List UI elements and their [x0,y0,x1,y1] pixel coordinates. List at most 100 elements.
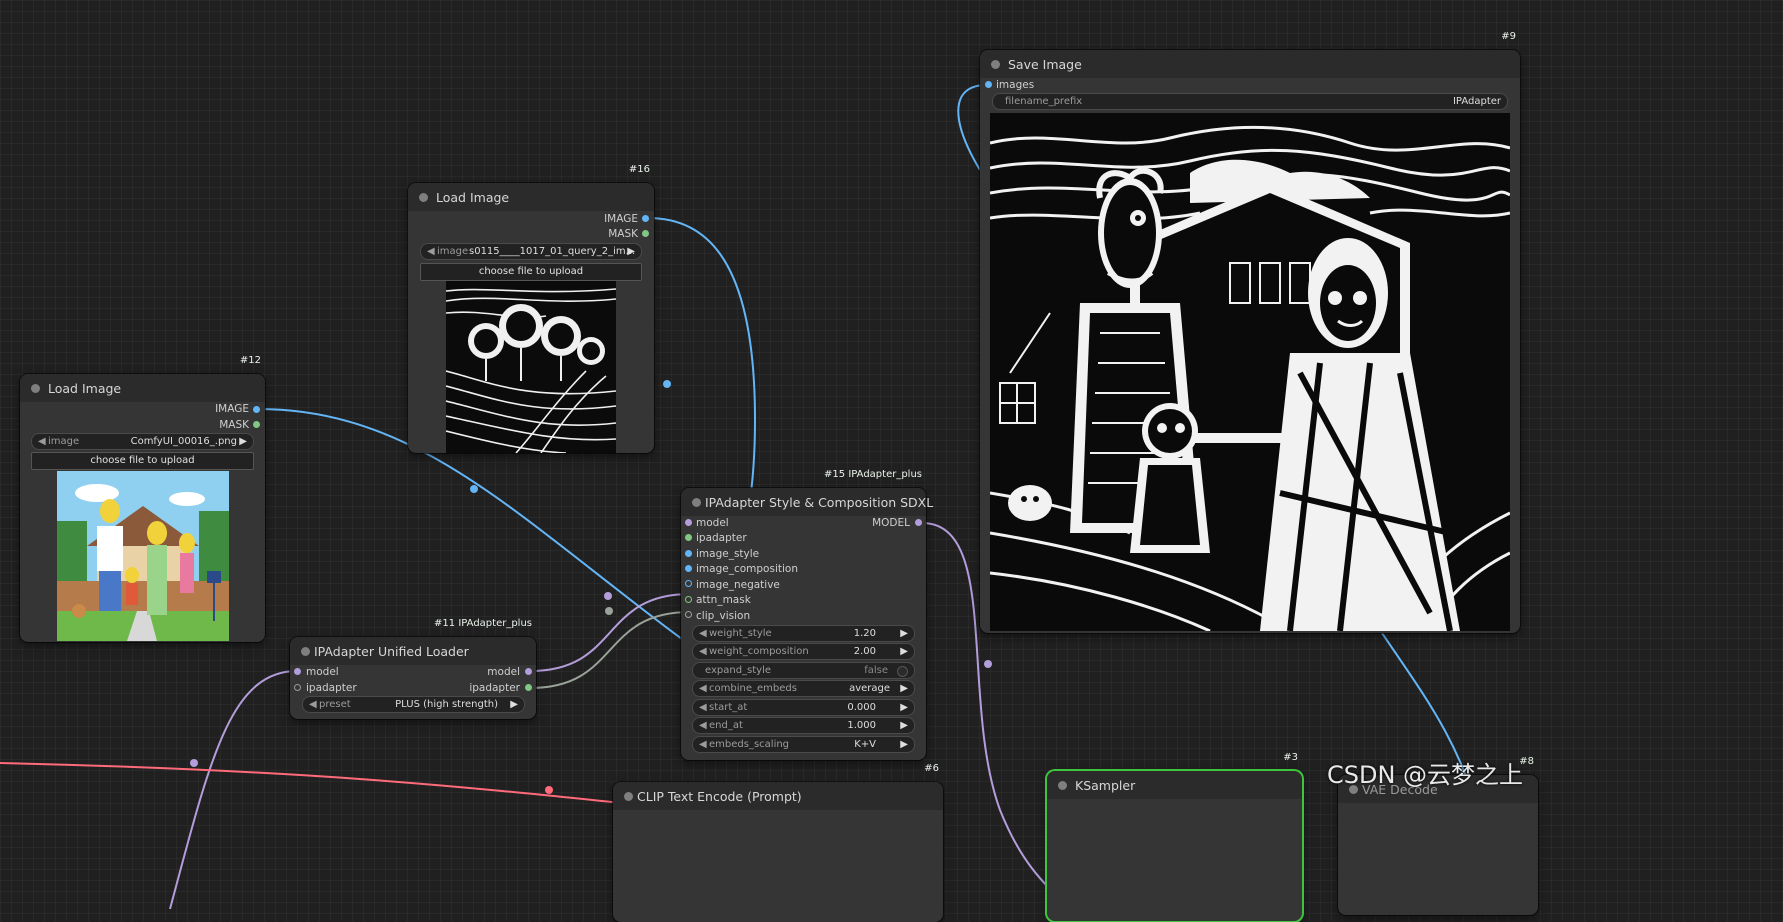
image-output-socket[interactable] [253,406,260,413]
load-image-node-12[interactable]: #12 Load Image IMAGE MASK ◀ image ComfyU… [20,355,265,642]
arrow-right-icon[interactable]: ▶ [900,681,908,696]
weight-style-field[interactable]: ◀ weight_style 1.20 ▶ [692,625,915,642]
start-at-field[interactable]: ◀ start_at 0.000 ▶ [692,699,915,716]
combine-embeds-label: combine_embeds [709,683,797,694]
ipadapter-input-socket[interactable] [685,534,692,541]
link-ipadapter-loader-to-style [529,611,691,689]
image-selector[interactable]: ◀ image ComfyUI_00016_.png ▶ [31,433,254,450]
image-preview [446,281,616,453]
arrow-left-icon[interactable]: ◀ [38,434,46,449]
node-title: Load Image [48,381,122,396]
model-input-socket[interactable] [685,519,692,526]
arrow-left-icon[interactable]: ◀ [699,644,707,659]
node-header[interactable]: Load Image [408,183,654,211]
combine-embeds-selector[interactable]: ◀ combine_embeds average ▶ [692,680,915,697]
link-model-in-loader [169,670,298,909]
collapse-dot[interactable] [991,60,1000,69]
link-midpoint [470,485,478,493]
arrow-left-icon[interactable]: ◀ [699,737,707,752]
collapse-dot[interactable] [692,498,701,507]
link-midpoint [604,592,612,600]
arrow-left-icon[interactable]: ◀ [699,700,707,715]
arrow-right-icon[interactable]: ▶ [627,244,635,259]
image-style-input-socket[interactable] [685,550,692,557]
ksampler-node[interactable]: #3 KSampler [1047,752,1302,921]
vae-decode-node[interactable]: #8 VAE Decode [1338,756,1538,915]
weight-style-value: 1.20 [853,628,876,639]
clip-vision-input-socket[interactable] [685,611,692,618]
filename-prefix-value: IPAdapter [1452,96,1501,107]
mask-output-label: MASK [608,228,638,240]
image-selector[interactable]: ◀ image s0115____1017_01_query_2_im... ▶ [420,243,642,260]
collapse-dot[interactable] [301,647,310,656]
collapse-dot[interactable] [31,384,40,393]
weight-composition-field[interactable]: ◀ weight_composition 2.00 ▶ [692,643,915,660]
node-header[interactable]: IPAdapter Style & Composition SDXL [681,488,933,516]
node-header[interactable]: Save Image [980,50,1520,78]
node-id: #16 [628,164,650,175]
mask-output-socket[interactable] [642,230,649,237]
ipadapter-output-socket[interactable] [525,684,532,691]
arrow-left-icon[interactable]: ◀ [699,626,707,641]
ipadapter-style-composition-node[interactable]: #15 IPAdapter_plus IPAdapter Style & Com… [681,469,933,760]
model-input-socket[interactable] [294,668,301,675]
model-input-label: model [696,517,729,529]
expand-style-toggle[interactable]: expand_style false [692,662,915,679]
node-header[interactable]: KSampler [1047,771,1302,799]
weight-composition-label: weight_composition [709,646,809,657]
image-composition-input-label: image_composition [696,563,798,575]
combine-embeds-value: average [849,683,890,694]
clip-vision-input-label: clip_vision [696,610,751,622]
filename-prefix-label: filename_prefix [1005,96,1083,107]
weight-style-label: weight_style [709,628,772,639]
arrow-right-icon[interactable]: ▶ [900,644,908,659]
end-at-field[interactable]: ◀ end_at 1.000 ▶ [692,717,915,734]
node-header[interactable]: IPAdapter Unified Loader [290,637,536,665]
attn-mask-input-socket[interactable] [685,596,692,603]
arrow-left-icon[interactable]: ◀ [427,244,435,259]
arrow-left-icon[interactable]: ◀ [699,681,707,696]
collapse-dot[interactable] [624,792,633,801]
preset-selector[interactable]: ◀ preset PLUS (high strength) ▶ [302,696,525,713]
clip-text-encode-node[interactable]: #6 CLIP Text Encode (Prompt) [613,763,943,922]
link-midpoint [190,759,198,767]
choose-file-button[interactable]: choose file to upload [420,263,642,281]
node-header[interactable]: Load Image [20,374,265,402]
arrow-left-icon[interactable]: ◀ [309,697,317,712]
save-image-node[interactable]: #9 Save Image images filename_prefix IPA… [980,31,1520,633]
toggle-knob-icon[interactable] [897,666,908,677]
model-output-socket[interactable] [525,668,532,675]
mask-output-socket[interactable] [253,421,260,428]
arrow-right-icon[interactable]: ▶ [900,626,908,641]
image-style-input-label: image_style [696,548,760,560]
image-composition-input-socket[interactable] [685,565,692,572]
collapse-dot[interactable] [419,193,428,202]
arrow-right-icon[interactable]: ▶ [900,718,908,733]
arrow-right-icon[interactable]: ▶ [900,700,908,715]
model-output-socket[interactable] [915,519,922,526]
image-negative-input-label: image_negative [696,579,780,591]
filename-prefix-field[interactable]: filename_prefix IPAdapter [992,93,1508,110]
ipadapter-input-socket[interactable] [294,684,301,691]
link-midpoint [663,380,671,388]
load-image-node-16[interactable]: #16 Load Image IMAGE MASK ◀ image s0115_… [408,164,654,453]
image-output-socket[interactable] [642,215,649,222]
images-input-socket[interactable] [985,81,992,88]
image-preview [57,471,229,641]
arrow-right-icon[interactable]: ▶ [900,737,908,752]
node-header[interactable]: CLIP Text Encode (Prompt) [613,782,943,810]
image-negative-input-socket[interactable] [685,580,692,587]
mask-output-label: MASK [219,419,249,431]
embeds-scaling-selector[interactable]: ◀ embeds_scaling K+V ▶ [692,736,915,753]
link-midpoint [984,660,992,668]
collapse-dot[interactable] [1058,781,1067,790]
image-output-label: IMAGE [604,213,638,225]
end-at-value: 1.000 [847,720,876,731]
arrow-right-icon[interactable]: ▶ [239,434,247,449]
choose-file-button[interactable]: choose file to upload [31,452,254,470]
preset-value: PLUS (high strength) [395,699,498,710]
ipadapter-unified-loader-node[interactable]: #11 IPAdapter_plus IPAdapter Unified Loa… [290,618,536,719]
node-id: #9 [1501,31,1516,42]
arrow-left-icon[interactable]: ◀ [699,718,707,733]
arrow-right-icon[interactable]: ▶ [510,697,518,712]
